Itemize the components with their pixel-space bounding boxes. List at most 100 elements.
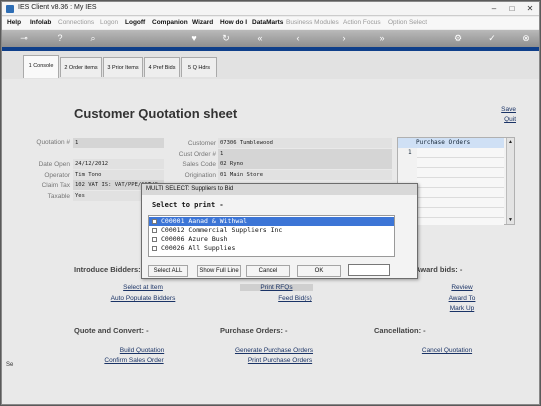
cust-order-field[interactable]: 1	[218, 149, 392, 159]
tab-pref-bids[interactable]: 4 Pref Bids	[144, 57, 180, 77]
forward-icon[interactable]: ›	[336, 32, 352, 45]
taxable-label: Taxable	[47, 193, 70, 200]
cancel-quotation-link[interactable]: Cancel Quotation	[410, 347, 484, 354]
sales-code-label: Sales Code	[182, 161, 216, 168]
confirm-sales-order-link[interactable]: Confirm Sales Order	[94, 357, 174, 364]
menu-wizard[interactable]: Wizard	[192, 19, 213, 26]
menu-option-select[interactable]: Option Select	[388, 19, 427, 26]
feed-bids-link[interactable]: Feed Bid(s)	[260, 295, 330, 302]
customer-field[interactable]: 07306 Tumblewood	[218, 138, 392, 148]
app-window: IES Client v8.36 : My IES – □ ✕ Help Inf…	[1, 1, 540, 405]
purchase-order-rows[interactable]	[417, 148, 504, 225]
refresh-icon[interactable]: ↻	[218, 32, 234, 45]
show-full-line-button[interactable]: Show Full Line	[197, 265, 241, 277]
award-bids-heading: Award bids: -	[415, 265, 463, 274]
date-open-field[interactable]: 24/12/2012	[73, 159, 164, 169]
cust-order-label: Cust Order #	[178, 151, 216, 158]
scroll-down-icon[interactable]: ▼	[507, 216, 514, 224]
claim-tax-label: Claim Tax	[41, 182, 70, 189]
sales-code-field[interactable]: 02 Ryno	[218, 159, 392, 169]
checkbox[interactable]	[152, 246, 157, 251]
dialog-input-field[interactable]	[348, 264, 390, 276]
tab-q-hdrs[interactable]: 5 Q Hdrs	[181, 57, 217, 77]
menu-action-focus[interactable]: Action Focus	[343, 19, 381, 26]
generate-purchase-orders-link[interactable]: Generate Purchase Orders	[228, 347, 320, 354]
print-rfqs-link[interactable]: Print RFQs	[240, 284, 313, 291]
tab-prior-items[interactable]: 3 Prior Items	[103, 57, 143, 77]
save-link[interactable]: Save	[501, 106, 516, 113]
tab-console[interactable]: 1 Console	[23, 55, 59, 78]
cancel-icon[interactable]: ⊗	[518, 32, 534, 45]
customer-label: Customer	[187, 140, 216, 147]
purchase-orders-header: Purchase Orders	[398, 138, 504, 148]
cancellation-heading: Cancellation: -	[374, 326, 426, 335]
checkbox[interactable]	[152, 219, 157, 224]
menu-infolab[interactable]: Infolab	[30, 19, 51, 26]
operator-field[interactable]: Tim Tono	[73, 170, 164, 180]
print-purchase-orders-link[interactable]: Print Purchase Orders	[238, 357, 322, 364]
supplier-label: C00001 Aanad & Withwal	[161, 217, 248, 225]
list-item[interactable]: C00026 All Supplies	[149, 244, 394, 253]
quit-link[interactable]: Quit	[504, 116, 516, 123]
supplier-label: C00012 Commercial Suppliers Inc	[161, 226, 283, 234]
supplier-label: C00026 All Supplies	[161, 244, 236, 252]
list-item[interactable]: C00001 Aanad & Withwal	[149, 217, 394, 226]
menu-companion[interactable]: Companion	[152, 19, 188, 26]
app-icon	[6, 5, 14, 13]
introduce-bidders-heading: Introduce Bidders: -	[74, 265, 146, 274]
fast-forward-icon[interactable]: »	[374, 32, 390, 45]
mark-up-link[interactable]: Mark Up	[432, 305, 492, 312]
back-icon[interactable]: ‹	[290, 32, 306, 45]
select-at-item-link[interactable]: Select at Item	[108, 284, 178, 291]
supplier-list[interactable]: C00001 Aanad & Withwal C00012 Commercial…	[148, 215, 395, 257]
minimize-icon[interactable]: –	[487, 3, 501, 14]
review-link[interactable]: Review	[432, 284, 492, 291]
purchase-order-row-number: 1	[408, 149, 412, 156]
menu-bar: Help Infolab Connections Logon Logoff Co…	[2, 17, 539, 29]
auto-populate-bidders-link[interactable]: Auto Populate Bidders	[88, 295, 198, 302]
tab-order-items[interactable]: 2 Order items	[60, 57, 102, 77]
scrollbar[interactable]: ▲ ▼	[506, 138, 514, 224]
rewind-icon[interactable]: «	[252, 32, 268, 45]
menu-business-modules[interactable]: Business Modules	[286, 19, 339, 26]
scroll-up-icon[interactable]: ▲	[507, 138, 514, 146]
search-icon[interactable]: ⌕	[85, 32, 101, 45]
supplier-label: C00006 Azure Bush	[161, 235, 228, 243]
check-icon[interactable]: ✓	[484, 32, 500, 45]
checkbox[interactable]	[152, 228, 157, 233]
toolbar: ⊸ ? ⌕ ♥ ↻ « ‹ › » ⚙ ✓ ⊗	[2, 30, 539, 47]
menu-logoff[interactable]: Logoff	[125, 19, 145, 26]
build-quotation-link[interactable]: Build Quotation	[102, 347, 182, 354]
operator-label: Operator	[44, 172, 70, 179]
page-title: Customer Quotation sheet	[74, 106, 238, 121]
close-icon[interactable]: ✕	[523, 3, 537, 14]
purchase-orders-heading: Purchase Orders: -	[220, 326, 288, 335]
origination-field[interactable]: 01 Main Store	[218, 170, 392, 180]
select-all-button[interactable]: Select ALL	[148, 265, 188, 277]
list-item[interactable]: C00006 Azure Bush	[149, 235, 394, 244]
origination-label: Origination	[184, 172, 216, 179]
quotation-number-field[interactable]: 1	[73, 138, 164, 148]
date-open-label: Date Open	[38, 161, 70, 168]
ok-button[interactable]: OK	[297, 265, 341, 277]
dialog-heading: Select to print -	[152, 201, 224, 209]
window-title: IES Client v8.36 : My IES	[18, 4, 97, 11]
list-item[interactable]: C00012 Commercial Suppliers Inc	[149, 226, 394, 235]
menu-datamarts[interactable]: DataMarts	[252, 19, 283, 26]
maximize-icon[interactable]: □	[505, 3, 519, 14]
help-icon[interactable]: ?	[52, 32, 68, 45]
key-icon[interactable]: ⊸	[14, 32, 34, 45]
menu-help[interactable]: Help	[7, 19, 21, 26]
dialog-title: MULTI SELECT: Suppliers to Bid	[142, 184, 417, 195]
menu-how-do-i[interactable]: How do I	[220, 19, 247, 26]
menu-connections[interactable]: Connections	[58, 19, 94, 26]
award-to-link[interactable]: Award To	[432, 295, 492, 302]
favorite-icon[interactable]: ♥	[186, 32, 202, 45]
quotation-number-label: Quotation #	[36, 139, 70, 146]
cancel-button[interactable]: Cancel	[246, 265, 290, 277]
side-panel-edge: Se	[6, 362, 14, 368]
checkbox[interactable]	[152, 237, 157, 242]
quote-convert-heading: Quote and Convert: -	[74, 326, 149, 335]
settings-icon[interactable]: ⚙	[450, 32, 466, 45]
menu-logon[interactable]: Logon	[100, 19, 118, 26]
